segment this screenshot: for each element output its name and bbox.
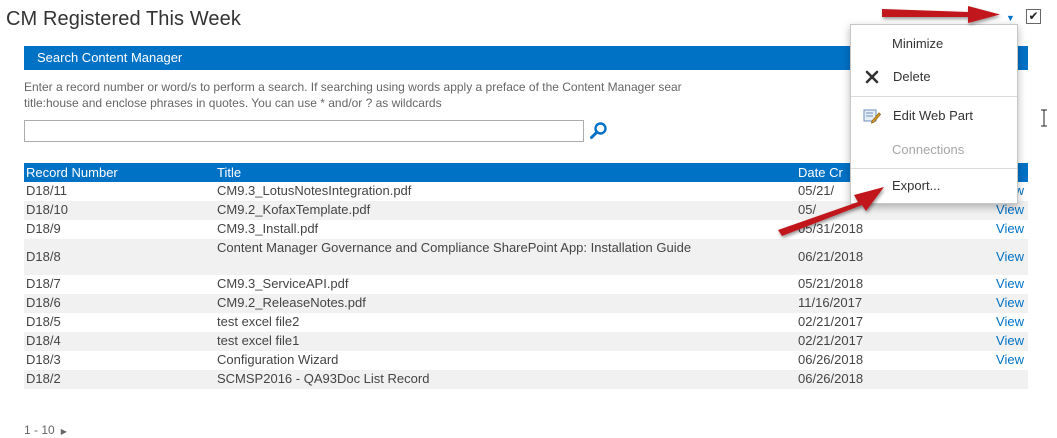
- record-number-cell: D18/8: [26, 249, 61, 264]
- date-created-cell: 05/: [798, 202, 817, 217]
- title-cell: CM9.3_LotusNotesIntegration.pdf: [217, 183, 412, 198]
- title-cell: test excel file2: [217, 314, 300, 329]
- table-row: D18/8 Content Manager Governance and Comp…: [24, 239, 1028, 275]
- view-link[interactable]: View: [996, 352, 1024, 367]
- annotation-arrow-top-icon: [882, 6, 1000, 23]
- record-number-cell: D18/5: [26, 314, 61, 329]
- table-row: D18/2 SCMSP2016 - QA93Doc List Record 06/2…: [24, 370, 1028, 389]
- column-header-record-number[interactable]: Record Number: [26, 165, 118, 180]
- menu-item-label: Delete: [893, 69, 931, 84]
- record-number-cell: D18/10: [26, 202, 68, 217]
- title-cell: test excel file1: [217, 333, 300, 348]
- view-link[interactable]: View: [996, 333, 1024, 348]
- date-created-cell: 05/31/2018: [798, 221, 864, 236]
- menu-item-label: Minimize: [892, 36, 944, 51]
- table-row: D18/4 test excel file1 02/21/2017 View: [24, 332, 1028, 351]
- record-number-cell: D18/6: [26, 295, 61, 310]
- webpart-context-menu: Minimize Delete Edit Web Part Connection…: [850, 24, 1018, 204]
- menu-item-label: Edit Web Part: [893, 108, 973, 123]
- menu-item-label: Export...: [892, 178, 941, 193]
- column-header-date-created[interactable]: Date Cr: [798, 165, 843, 180]
- table-row: D18/3 Configuration Wizard 06/26/2018 View: [24, 351, 1028, 370]
- pager-range: 1 - 10: [24, 423, 55, 437]
- menu-item-connections: Connections: [851, 136, 1017, 164]
- menu-item-edit-web-part[interactable]: Edit Web Part: [851, 102, 1017, 130]
- webpart-menu-caret-icon[interactable]: ▼: [1006, 13, 1015, 23]
- search-button[interactable]: [589, 121, 609, 141]
- search-help-line-2: title:house and enclose phrases in quote…: [24, 96, 442, 110]
- record-number-cell: D18/2: [26, 371, 61, 386]
- column-header-title[interactable]: Title: [217, 165, 241, 180]
- date-created-cell: 05/21/2018: [798, 276, 864, 291]
- title-cell: CM9.3_Install.pdf: [217, 221, 319, 236]
- record-number-cell: D18/9: [26, 221, 61, 236]
- webpart-title: CM Registered This Week: [6, 8, 241, 30]
- menu-item-export[interactable]: Export...: [851, 174, 1017, 202]
- title-cell: Configuration Wizard: [217, 352, 339, 367]
- search-help-text: Enter a record number or word/s to perfo…: [24, 79, 854, 111]
- view-link[interactable]: View: [996, 221, 1024, 236]
- webpart-select-checkbox[interactable]: ✔: [1026, 9, 1041, 24]
- title-cell: Content Manager Governance and Complianc…: [217, 240, 692, 255]
- menu-item-minimize[interactable]: Minimize: [851, 30, 1017, 58]
- date-created-cell: 02/21/2017: [798, 314, 864, 329]
- date-created-cell: 11/16/2017: [798, 295, 863, 310]
- date-created-cell: 06/21/2018: [798, 249, 864, 264]
- pager: 1 - 10 ▶: [24, 423, 67, 437]
- table-row: D18/7 CM9.3_ServiceAPI.pdf 05/21/2018 View: [24, 275, 1028, 294]
- record-number-cell: D18/4: [26, 333, 61, 348]
- edit-web-part-icon: [863, 109, 881, 124]
- record-number-cell: D18/11: [26, 183, 67, 198]
- pager-next-icon[interactable]: ▶: [61, 427, 67, 436]
- date-created-cell: 05/21/: [798, 183, 835, 198]
- text-cursor-icon: [1041, 109, 1047, 127]
- table-row: D18/9 CM9.3_Install.pdf 05/31/2018 View: [24, 220, 1028, 239]
- menu-item-delete[interactable]: Delete: [851, 63, 1017, 91]
- search-header-label: Search Content Manager: [37, 50, 183, 65]
- menu-separator: [851, 96, 1017, 97]
- view-link[interactable]: View: [996, 249, 1024, 264]
- search-icon: [590, 122, 607, 139]
- record-number-cell: D18/3: [26, 352, 61, 367]
- title-cell: CM9.2_ReleaseNotes.pdf: [217, 295, 366, 310]
- record-number-cell: D18/7: [26, 276, 61, 291]
- view-link[interactable]: View: [996, 276, 1024, 291]
- title-cell: CM9.2_KofaxTemplate.pdf: [217, 202, 371, 217]
- delete-x-icon: [865, 70, 879, 84]
- search-input[interactable]: [24, 120, 584, 142]
- title-cell: SCMSP2016 - QA93Doc List Record: [217, 371, 430, 386]
- table-row: D18/6 CM9.2_ReleaseNotes.pdf 11/16/2017 Vie…: [24, 294, 1028, 313]
- date-created-cell: 06/26/2018: [798, 352, 864, 367]
- title-cell: CM9.3_ServiceAPI.pdf: [217, 276, 349, 291]
- date-created-cell: 06/26/2018: [798, 371, 864, 386]
- date-created-cell: 02/21/2017: [798, 333, 864, 348]
- menu-separator: [851, 168, 1017, 169]
- menu-item-label: Connections: [892, 142, 965, 157]
- view-link[interactable]: View: [996, 295, 1024, 310]
- grid-body: D18/11 CM9.3_LotusNotesIntegration.pdf 05/…: [24, 182, 1028, 389]
- view-link[interactable]: View: [996, 202, 1024, 217]
- table-row: D18/5 test excel file2 02/21/2017 View: [24, 313, 1028, 332]
- search-help-line-1: Enter a record number or word/s to perfo…: [24, 80, 682, 94]
- view-link[interactable]: View: [996, 314, 1024, 329]
